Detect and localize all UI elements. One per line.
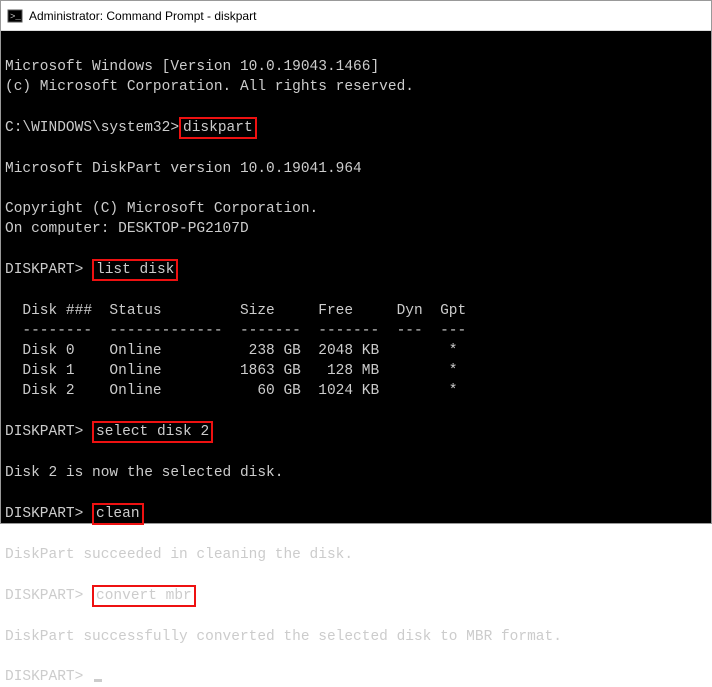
cmd-icon: >_ (7, 8, 23, 24)
table-rule: -------- ------------- ------- ------- -… (5, 323, 466, 339)
prompt-line: DISKPART> select disk 2 (5, 424, 213, 440)
text-line: (c) Microsoft Corporation. All rights re… (5, 79, 414, 95)
prompt-line: DISKPART> list disk (5, 262, 178, 278)
text-line: Disk 2 is now the selected disk. (5, 465, 283, 481)
prompt-dp: DISKPART> (5, 506, 83, 522)
table-row: Disk 0 Online 238 GB 2048 KB * (5, 343, 457, 359)
blank-line (5, 485, 14, 501)
prompt-line: DISKPART> clean (5, 506, 144, 522)
blank-line (5, 403, 14, 419)
blank-line (5, 283, 14, 299)
blank-line (5, 181, 14, 197)
prompt-dp: DISKPART> (5, 262, 83, 278)
prompt-dp: DISKPART> (5, 669, 83, 685)
blank-line (5, 649, 14, 665)
text-line: Microsoft DiskPart version 10.0.19041.96… (5, 161, 362, 177)
table-header: Disk ### Status Size Free Dyn Gpt (5, 303, 466, 319)
blank-line (5, 99, 14, 115)
titlebar[interactable]: >_ Administrator: Command Prompt - diskp… (1, 1, 711, 31)
prompt-dp: DISKPART> (5, 588, 83, 604)
blank-line (5, 445, 14, 461)
blank-line (5, 241, 14, 257)
cmd-list-disk: list disk (92, 259, 178, 281)
text-line: DiskPart successfully converted the sele… (5, 629, 562, 645)
cmd-select-disk: select disk 2 (92, 421, 213, 443)
cmd-diskpart: diskpart (179, 117, 257, 139)
blank-line (5, 527, 14, 543)
text-line: On computer: DESKTOP-PG2107D (5, 221, 249, 237)
prompt-sys: C:\WINDOWS\system32> (5, 120, 179, 136)
table-row: Disk 1 Online 1863 GB 128 MB * (5, 363, 457, 379)
text-line: Copyright (C) Microsoft Corporation. (5, 201, 318, 217)
prompt-line: C:\WINDOWS\system32>diskpart (5, 120, 257, 136)
window-title: Administrator: Command Prompt - diskpart (29, 9, 256, 23)
text-line: DiskPart succeeded in cleaning the disk. (5, 547, 353, 563)
blank-line (5, 609, 14, 625)
terminal-output[interactable]: Microsoft Windows [Version 10.0.19043.14… (1, 31, 711, 523)
prompt-line: DISKPART> convert mbr (5, 588, 196, 604)
table-row: Disk 2 Online 60 GB 1024 KB * (5, 383, 457, 399)
cmd-clean: clean (92, 503, 144, 525)
cursor (94, 679, 102, 682)
blank-line (5, 567, 14, 583)
prompt-dp: DISKPART> (5, 424, 83, 440)
prompt-line[interactable]: DISKPART> (5, 669, 102, 685)
cmd-convert-mbr: convert mbr (92, 585, 196, 607)
text-line: Microsoft Windows [Version 10.0.19043.14… (5, 59, 379, 75)
svg-text:>_: >_ (10, 12, 21, 22)
blank-line (5, 141, 14, 157)
